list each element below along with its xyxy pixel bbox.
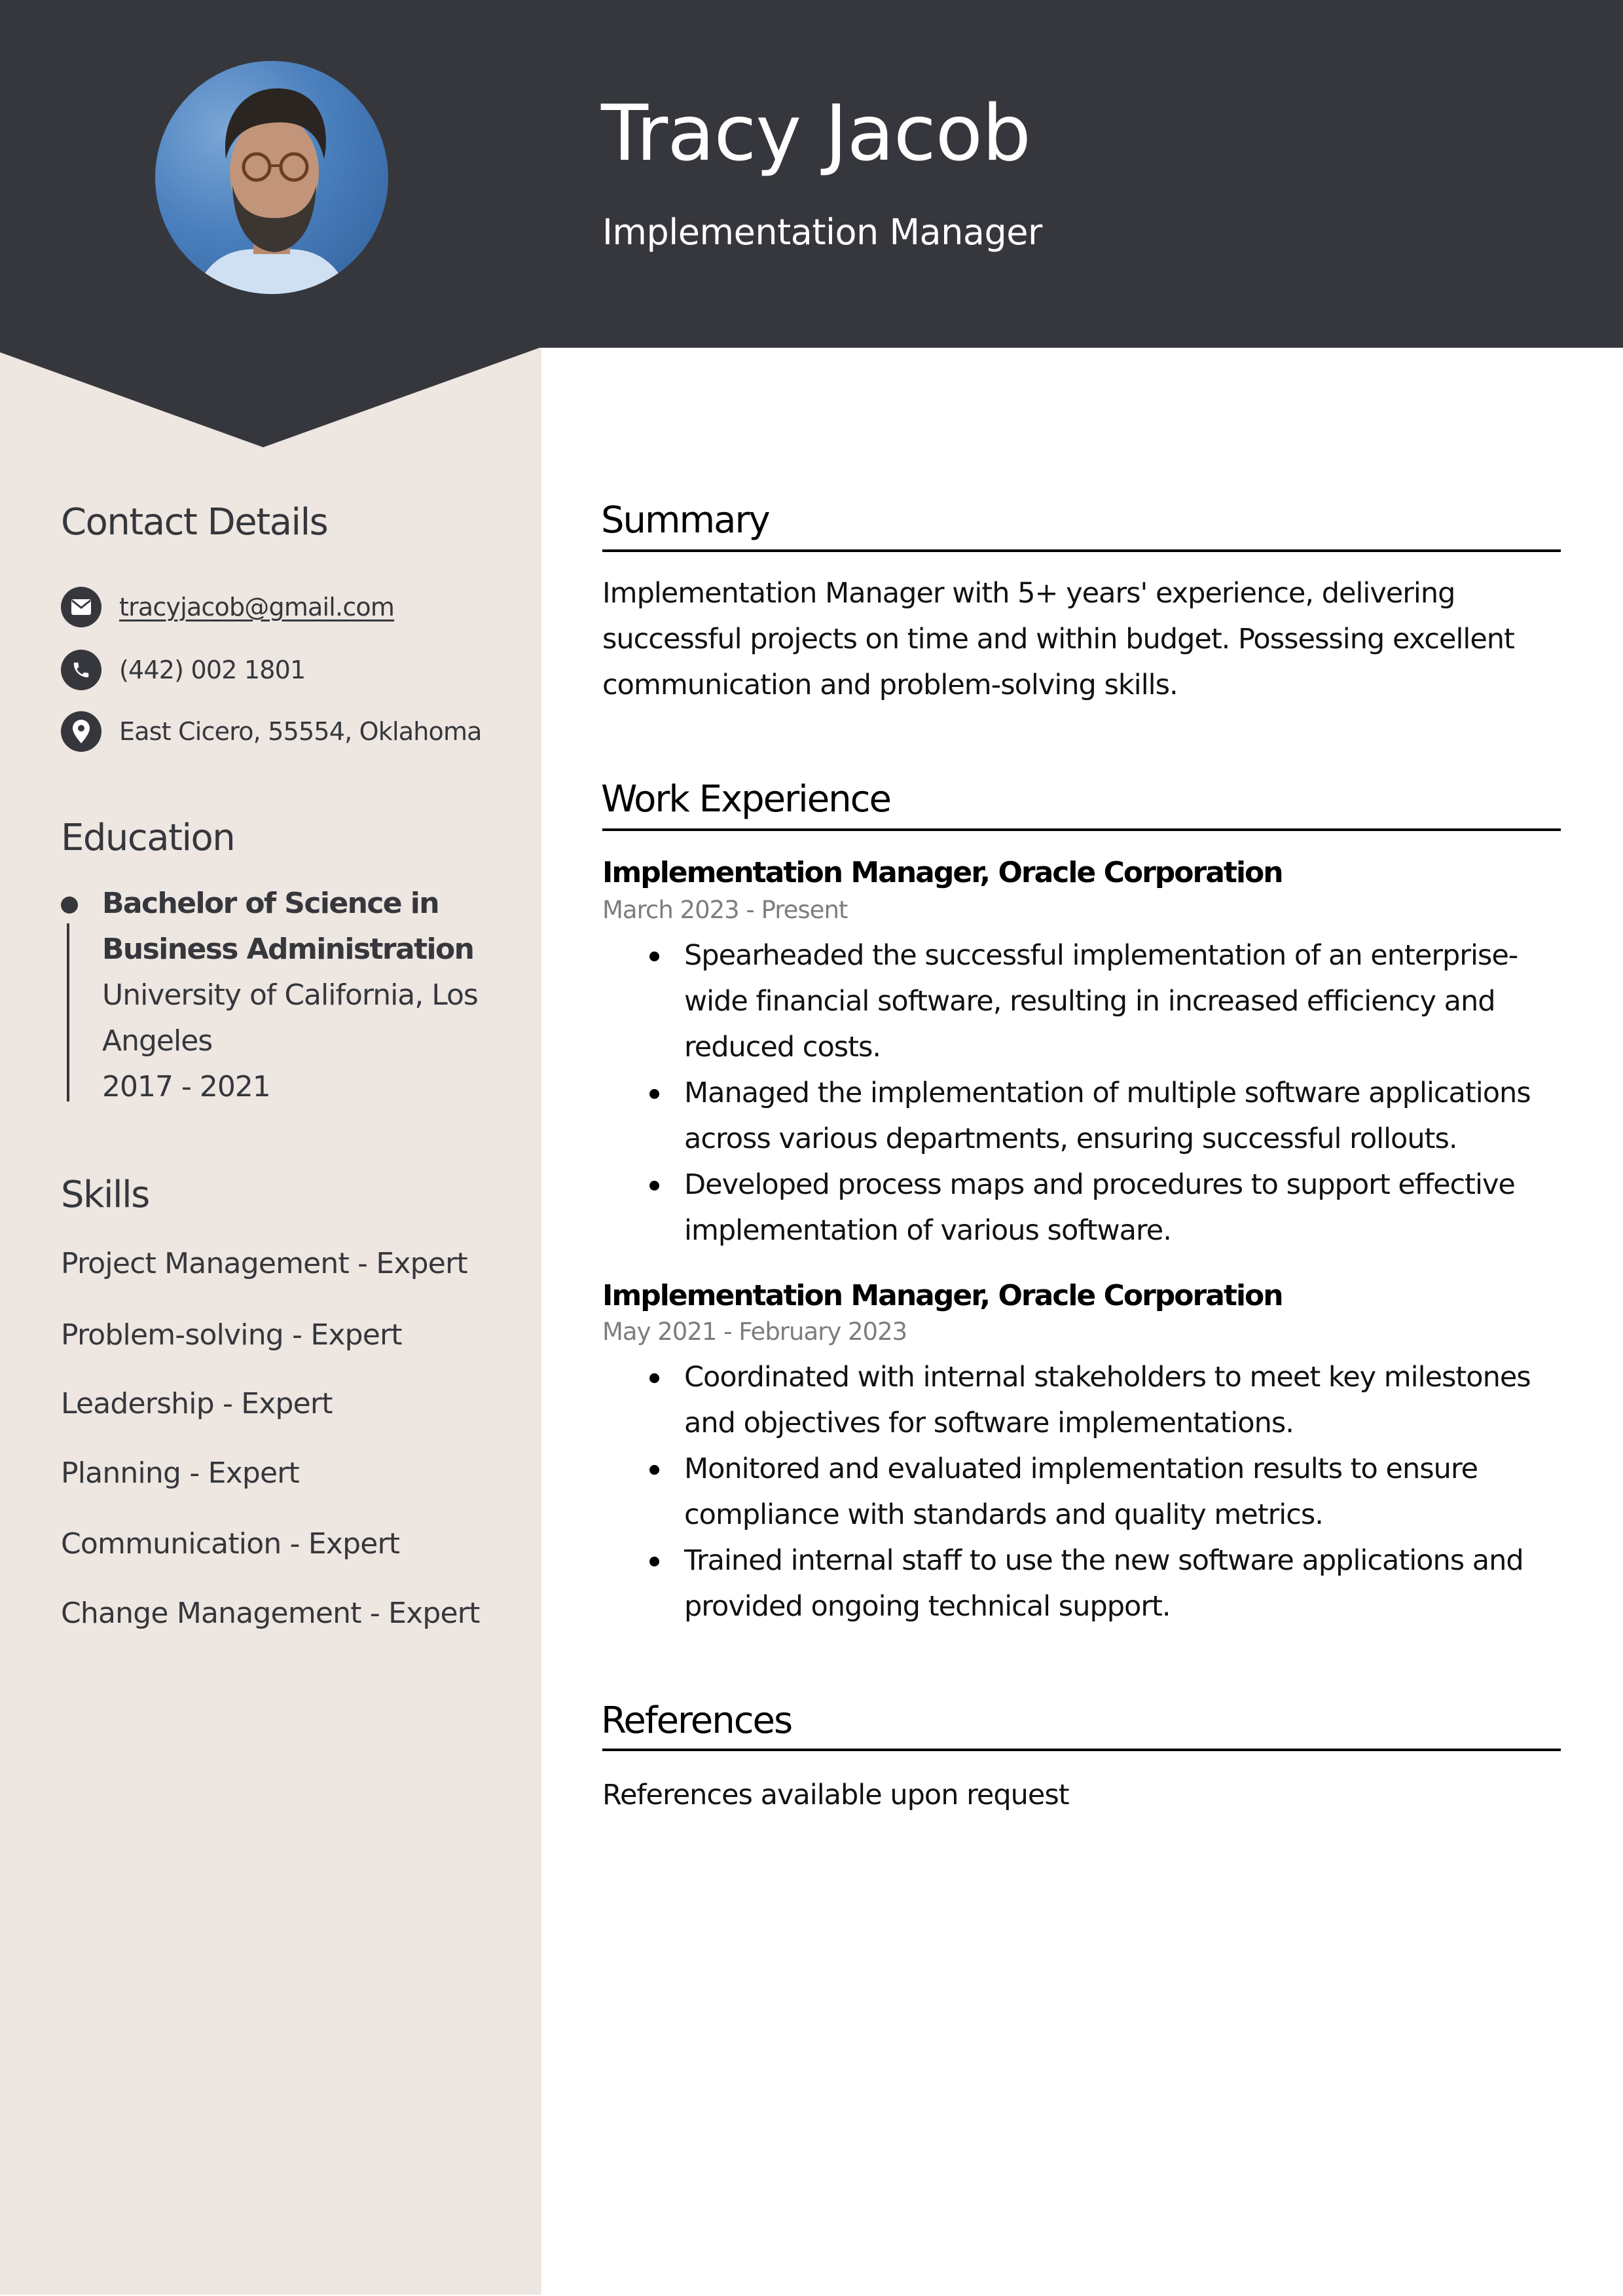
skill-item: Project Management - Expert [61, 1247, 468, 1280]
bullet-dot [649, 1465, 659, 1475]
job-bullet: Coordinated with internal stakeholders t… [629, 1354, 1565, 1446]
job-bullet: Trained internal staff to use the new so… [629, 1538, 1565, 1629]
job-bullet: Managed the implementation of multiple s… [629, 1070, 1565, 1162]
job-bullet: Developed process maps and procedures to… [629, 1162, 1565, 1253]
email-link[interactable]: tracyjacob@gmail.com [119, 593, 395, 621]
bullet-text: Spearheaded the successful implementatio… [684, 939, 1518, 1064]
summary-text: Implementation Manager with 5+ years' ex… [602, 577, 1515, 701]
profile-photo [155, 61, 388, 294]
contact-address: East Cicero, 55554, Oklahoma [61, 711, 482, 752]
job-bullet: Monitored and evaluated implementation r… [629, 1446, 1565, 1538]
degree-line-2: Business Administration [102, 933, 475, 966]
school-line-1: University of California, Los [102, 978, 479, 1012]
skill-item: Planning - Expert [61, 1456, 300, 1490]
school-line-2: Angeles [102, 1024, 213, 1058]
phone-number: (442) 002 1801 [119, 656, 306, 684]
job-bullets: Coordinated with internal stakeholders t… [629, 1354, 1565, 1629]
education-item: Bachelor of Science in Business Administ… [102, 881, 521, 1110]
phone-icon [61, 650, 101, 690]
bullet-dot [649, 1089, 659, 1099]
experience-heading: Work Experience [601, 778, 892, 821]
references-heading: References [601, 1699, 793, 1742]
job-dates: March 2023 - Present [602, 896, 848, 924]
references-text: References available upon request [602, 1779, 1070, 1811]
bullet-text: Developed process maps and procedures to… [684, 1168, 1516, 1247]
bullet-dot [649, 1557, 659, 1566]
bullet-dot [649, 1373, 659, 1383]
bullet-text: Managed the implementation of multiple s… [684, 1077, 1531, 1155]
job-title: Implementation Manager, Oracle Corporati… [602, 1279, 1284, 1312]
contact-email[interactable]: tracyjacob@gmail.com [61, 587, 395, 627]
bullet-text: Monitored and evaluated implementation r… [684, 1453, 1478, 1531]
timeline-line [67, 923, 69, 1102]
contact-heading: Contact Details [61, 501, 329, 544]
section-divider [602, 549, 1561, 552]
bullet-dot [649, 952, 659, 961]
bullet-text: Coordinated with internal stakeholders t… [684, 1361, 1531, 1439]
skill-item: Communication - Expert [61, 1527, 400, 1561]
candidate-title: Implementation Manager [602, 212, 1042, 253]
job-dates: May 2021 - February 2023 [602, 1318, 907, 1346]
degree-line-1: Bachelor of Science in [102, 887, 440, 920]
skill-item: Change Management - Expert [61, 1597, 480, 1630]
address-text: East Cicero, 55554, Oklahoma [119, 717, 482, 746]
education-heading: Education [61, 817, 236, 859]
skill-item: Problem-solving - Expert [61, 1318, 403, 1352]
bullet-text: Trained internal staff to use the new so… [684, 1544, 1524, 1623]
person-portrait-icon [194, 88, 349, 294]
skill-item: Leadership - Expert [61, 1387, 333, 1420]
section-divider [602, 828, 1561, 831]
section-divider [602, 1749, 1561, 1751]
job-title: Implementation Manager, Oracle Corporati… [602, 856, 1284, 889]
candidate-name: Tracy Jacob [601, 88, 1031, 178]
header-chevron [0, 347, 541, 447]
job-bullets: Spearheaded the successful implementatio… [629, 933, 1565, 1253]
map-pin-icon [61, 711, 101, 752]
summary-heading: Summary [601, 499, 771, 542]
job-bullet: Spearheaded the successful implementatio… [629, 933, 1565, 1070]
education-years: 2017 - 2021 [102, 1070, 271, 1103]
envelope-icon [61, 587, 101, 627]
skills-heading: Skills [61, 1174, 150, 1216]
bullet-dot [649, 1181, 659, 1191]
contact-phone: (442) 002 1801 [61, 650, 306, 690]
timeline-dot [61, 897, 78, 914]
